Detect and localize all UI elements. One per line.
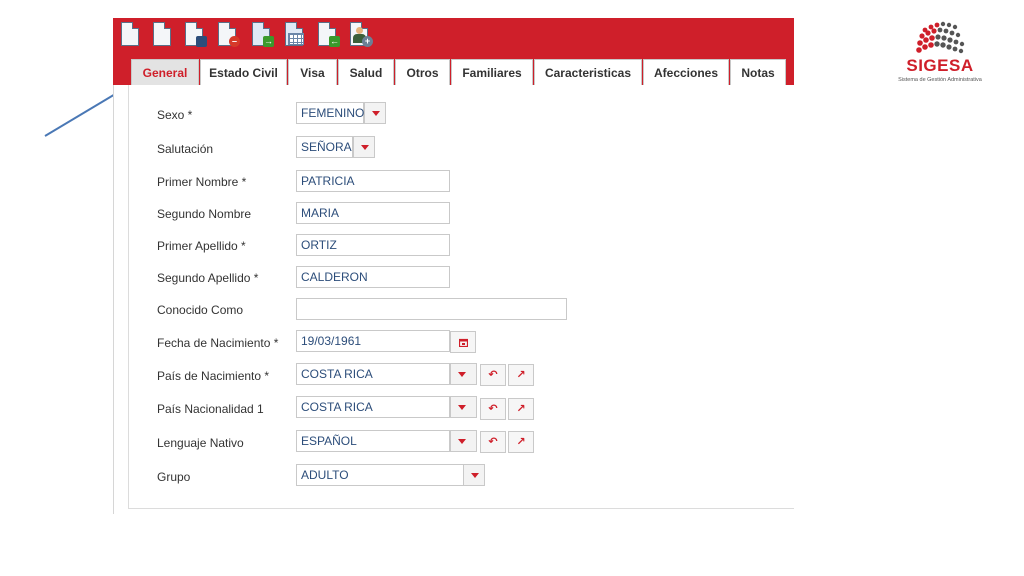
sexo-label: Sexo * xyxy=(157,108,193,122)
new-document-button[interactable] xyxy=(119,21,145,49)
fecha-nacimiento-label: Fecha de Nacimiento * xyxy=(157,336,279,350)
tab-notas[interactable]: Notas xyxy=(730,59,786,85)
grupo-select[interactable]: ADULTO xyxy=(296,464,464,486)
pais-nacionalidad-label: País Nacionalidad 1 xyxy=(157,402,264,416)
lenguaje-nativo-dropdown-arrow-icon[interactable] xyxy=(450,430,477,452)
tab-caracteristicas[interactable]: Caracteristicas xyxy=(534,59,642,85)
grupo-dropdown-arrow-icon[interactable] xyxy=(463,464,485,486)
tab-otros[interactable]: Otros xyxy=(395,59,450,85)
external-link-icon: ↗ xyxy=(516,436,526,448)
tab-visa[interactable]: Visa xyxy=(288,59,337,85)
segundo-nombre-label: Segundo Nombre xyxy=(157,207,252,221)
primer-nombre-input[interactable]: PATRICIA xyxy=(296,170,450,192)
add-person-icon: + xyxy=(362,36,373,47)
segundo-apellido-input[interactable]: CALDERON xyxy=(296,266,450,288)
tab-salud[interactable]: Salud xyxy=(338,59,394,85)
blank-document-button[interactable] xyxy=(151,21,177,49)
pais-nacionalidad-open-button[interactable]: ↗ xyxy=(508,398,534,420)
delete-document-icon: – xyxy=(229,36,240,47)
segundo-nombre-input[interactable]: MARIA xyxy=(296,202,450,224)
save-button[interactable] xyxy=(183,21,209,49)
pais-nacimiento-open-button[interactable]: ↗ xyxy=(508,364,534,386)
segundo-apellido-label: Segundo Apellido * xyxy=(157,271,259,285)
fecha-nacimiento-input[interactable]: 19/03/1961 xyxy=(296,330,450,352)
sigesa-logo-dots-icon xyxy=(916,21,965,54)
pais-nacimiento-select[interactable]: COSTA RICA xyxy=(296,363,450,385)
add-person-button[interactable]: + xyxy=(348,21,374,49)
panel-border-left xyxy=(128,85,129,509)
lenguaje-nativo-open-button[interactable]: ↗ xyxy=(508,431,534,453)
sexo-select[interactable]: FEMENINO xyxy=(296,102,364,124)
calendar-icon xyxy=(458,338,468,347)
new-document-icon xyxy=(121,22,139,46)
pais-nacionalidad-undo-button[interactable]: ↶ xyxy=(480,398,506,420)
tab-afecciones[interactable]: Afecciones xyxy=(643,59,729,85)
tab-general[interactable]: General xyxy=(131,59,199,85)
pais-nacionalidad-select[interactable]: COSTA RICA xyxy=(296,396,450,418)
primer-apellido-input[interactable]: ORTIZ xyxy=(296,234,450,256)
pais-nacimiento-undo-button[interactable]: ↶ xyxy=(480,364,506,386)
primer-apellido-label: Primer Apellido * xyxy=(157,239,246,253)
salutacion-dropdown-arrow-icon[interactable] xyxy=(353,136,375,158)
import-document-icon: ← xyxy=(329,36,340,47)
lenguaje-nativo-undo-button[interactable]: ↶ xyxy=(480,431,506,453)
calendar-picker-button[interactable] xyxy=(450,331,476,353)
logo-subtitle: Sistema de Gestión Administrativa xyxy=(898,77,982,83)
save-document-icon xyxy=(196,36,207,47)
tab-familiares[interactable]: Familiares xyxy=(451,59,533,85)
panel-border-bottom xyxy=(128,508,794,509)
undo-icon: ↶ xyxy=(488,403,498,415)
import-button[interactable]: ← xyxy=(316,21,342,49)
external-link-icon: ↗ xyxy=(516,403,526,415)
logo-title: SIGESA xyxy=(906,56,974,75)
lenguaje-nativo-label: Lenguaje Nativo xyxy=(157,436,244,450)
salutacion-select[interactable]: SEÑORA xyxy=(296,136,353,158)
blank-document-icon xyxy=(153,22,171,46)
sexo-dropdown-arrow-icon[interactable] xyxy=(364,102,386,124)
salutacion-label: Salutación xyxy=(157,142,214,156)
grupo-label: Grupo xyxy=(157,470,191,484)
pais-nacimiento-label: País de Nacimiento * xyxy=(157,369,270,383)
sigesa-logo: SIGESA Sistema de Gestión Administrativa xyxy=(895,20,985,90)
tab-estado-civil[interactable]: Estado Civil xyxy=(200,59,287,85)
toolbar: – → ← + xyxy=(113,18,794,51)
undo-icon: ↶ xyxy=(488,369,498,381)
external-link-icon: ↗ xyxy=(516,369,526,381)
calendar-list-icon xyxy=(288,33,304,45)
export-list-button[interactable]: → xyxy=(250,21,276,49)
undo-icon: ↶ xyxy=(488,436,498,448)
conocido-como-label: Conocido Como xyxy=(157,303,244,317)
delete-button[interactable]: – xyxy=(216,21,242,49)
pais-nacionalidad-dropdown-arrow-icon[interactable] xyxy=(450,396,477,418)
conocido-como-input[interactable] xyxy=(296,298,567,320)
lenguaje-nativo-select[interactable]: ESPAÑOL xyxy=(296,430,450,452)
primer-nombre-label: Primer Nombre * xyxy=(157,175,247,189)
window-left-border xyxy=(113,85,114,514)
calendar-list-button[interactable] xyxy=(283,21,309,49)
pais-nacimiento-dropdown-arrow-icon[interactable] xyxy=(450,363,477,385)
export-list-icon: → xyxy=(263,36,274,47)
